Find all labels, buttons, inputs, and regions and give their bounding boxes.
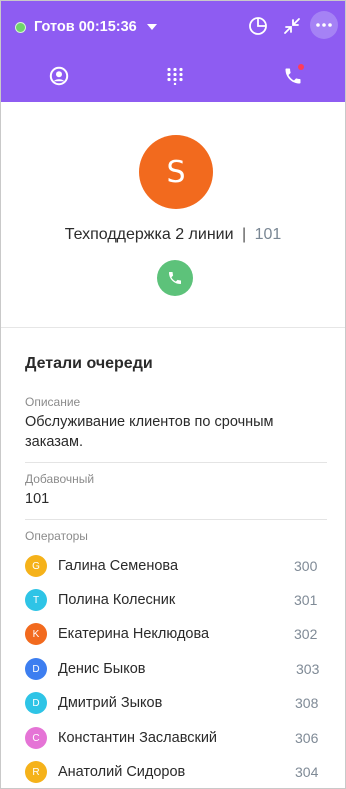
operator-avatar: T [25, 589, 47, 611]
operator-avatar: D [25, 692, 47, 714]
operator-name: Екатерина Неклюдова [58, 626, 210, 642]
status-dot-icon [15, 21, 26, 33]
status-timer: 00:15:36 [78, 19, 137, 35]
operator-extension: 303 [296, 661, 320, 677]
phone-icon [169, 272, 181, 284]
description-label: Описание [25, 395, 81, 409]
page-title: Техподдержка 2 линии | 101 [1, 226, 345, 244]
softphone-panel: Готов 00:15:36 S Техподдержка 2 линии | … [0, 0, 346, 789]
pie-chart-icon [249, 17, 267, 35]
operators-label: Операторы [25, 529, 88, 543]
queue-number: 101 [254, 226, 282, 243]
tab-dialpad[interactable] [162, 63, 188, 89]
extension-value: 101 [25, 491, 50, 507]
avatar: S [139, 135, 213, 209]
operator-avatar: D [25, 658, 47, 680]
more-button[interactable] [310, 11, 338, 39]
dialpad-icon [167, 67, 183, 85]
collapse-button[interactable] [278, 12, 306, 40]
collapse-icon [284, 18, 300, 34]
queue-name: Техподдержка 2 линии [64, 226, 234, 243]
operator-extension: 301 [294, 592, 318, 608]
list-item[interactable]: K Екатерина Неклюдова 302 [25, 622, 325, 646]
list-item[interactable]: T Полина Колесник 301 [25, 588, 325, 612]
status-selector[interactable]: Готов 00:15:36 [15, 17, 157, 37]
header-bar: Готов 00:15:36 [1, 1, 345, 102]
operator-name: Константин Заславский [58, 730, 218, 746]
list-item[interactable]: R Анатолий Сидоров 304 [25, 760, 325, 784]
divider [25, 462, 327, 463]
operator-name: Анатолий Сидоров [58, 764, 186, 780]
divider [25, 519, 327, 520]
operator-extension: 304 [295, 764, 319, 780]
operator-avatar: G [25, 555, 47, 577]
list-item[interactable]: D Дмитрий Зыков 308 [25, 691, 325, 715]
tab-profile[interactable] [46, 63, 72, 89]
operator-extension: 302 [294, 626, 318, 642]
operator-name: Полина Колесник [58, 592, 176, 608]
list-item[interactable]: D Денис Быков 303 [25, 657, 325, 681]
operator-avatar: C [25, 727, 47, 749]
operator-extension: 300 [294, 558, 318, 574]
stats-button[interactable] [244, 12, 272, 40]
extension-label: Добавочный [25, 472, 95, 486]
status-label: Готов [34, 19, 75, 35]
operator-extension: 306 [295, 730, 319, 746]
call-button[interactable] [157, 260, 193, 296]
queue-profile: S Техподдержка 2 линии | 101 [1, 102, 345, 328]
list-item[interactable]: G Галина Семенова 300 [25, 554, 325, 578]
notification-badge [298, 64, 304, 70]
section-title: Детали очереди [25, 355, 153, 372]
chevron-down-icon [146, 24, 157, 30]
profile-icon [49, 66, 69, 86]
operator-avatar: K [25, 623, 47, 645]
operator-avatar: R [25, 761, 47, 783]
operator-name: Дмитрий Зыков [58, 695, 163, 711]
operator-extension: 308 [295, 695, 319, 711]
tab-calls[interactable] [280, 63, 306, 89]
list-item[interactable]: C Константин Заславский 306 [25, 726, 325, 750]
nav-bar [1, 63, 345, 91]
operator-name: Галина Семенова [58, 558, 179, 574]
description-value: Обслуживание клиентов по срочным заказам… [25, 414, 274, 450]
operator-name: Денис Быков [58, 661, 146, 677]
more-icon [316, 23, 332, 27]
title-separator: | [241, 226, 247, 243]
